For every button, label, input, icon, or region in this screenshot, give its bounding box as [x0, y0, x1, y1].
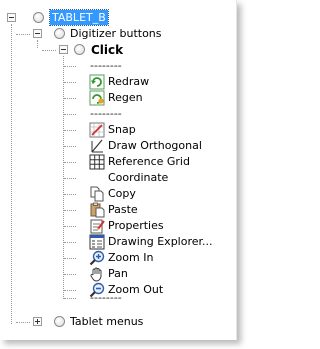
- separator-item[interactable]: --------: [90, 107, 122, 120]
- expand-toggle[interactable]: [33, 317, 42, 326]
- collapse-toggle[interactable]: [59, 45, 68, 54]
- tree-item-paste[interactable]: Paste: [108, 202, 138, 218]
- tree-connector: [64, 274, 76, 275]
- tree-panel: TABLET_B Digitizer buttons Click -------…: [0, 0, 237, 340]
- tree-connector: [16, 34, 30, 35]
- snap-icon: [89, 122, 105, 138]
- tree-connector: [64, 298, 76, 299]
- tree-connector: [64, 226, 76, 227]
- tree-connector: [11, 24, 12, 324]
- grid-icon: [89, 154, 105, 170]
- tree-connector: [64, 82, 76, 83]
- tree-item-regen[interactable]: Regen: [108, 90, 143, 106]
- tree-connector: [64, 210, 76, 211]
- root-node-icon: [33, 12, 44, 23]
- tree-item-copy[interactable]: Copy: [108, 186, 136, 202]
- separator-item[interactable]: --------: [90, 59, 122, 72]
- regen-icon: [89, 90, 105, 106]
- node-icon: [54, 316, 65, 327]
- tree-item-redraw[interactable]: Redraw: [108, 74, 149, 90]
- tree-connector: [64, 242, 76, 243]
- tree-connector: [42, 50, 56, 51]
- tree-connector: [64, 114, 76, 115]
- tree-item-coordinate[interactable]: Coordinate: [108, 170, 168, 186]
- tree-item-zoom-in[interactable]: Zoom In: [108, 250, 153, 266]
- paste-icon: [90, 202, 105, 218]
- tree-item-snap[interactable]: Snap: [108, 122, 136, 138]
- pan-hand-icon: [90, 267, 102, 282]
- drawing-explorer-icon: [89, 234, 105, 250]
- tree-connector: [16, 322, 30, 323]
- collapse-toggle[interactable]: [7, 13, 16, 22]
- tree-item-pan[interactable]: Pan: [108, 266, 128, 282]
- tree-connector: [64, 146, 76, 147]
- ortho-icon: [91, 139, 103, 153]
- tree-item-drawing-explorer[interactable]: Drawing Explorer...: [108, 234, 213, 250]
- tree-node-tablet-menus[interactable]: Tablet menus: [70, 314, 143, 330]
- zoom-in-icon: [89, 250, 105, 266]
- tree-connector: [64, 66, 76, 67]
- tree-connector: [64, 98, 76, 99]
- tree-item-draw-orthogonal[interactable]: Draw Orthogonal: [108, 138, 202, 154]
- tree-connector: [64, 178, 76, 179]
- redraw-icon: [89, 74, 105, 90]
- separator-item[interactable]: --------: [90, 291, 122, 304]
- tree-connector: [37, 40, 38, 48]
- node-icon: [54, 28, 65, 39]
- tree-node-digitizer-buttons[interactable]: Digitizer buttons: [70, 26, 162, 42]
- copy-icon: [90, 186, 104, 202]
- tree-connector: [64, 194, 76, 195]
- properties-icon: [90, 219, 105, 234]
- node-icon: [74, 44, 85, 55]
- tree-connector: [64, 290, 76, 291]
- collapse-toggle[interactable]: [33, 29, 42, 38]
- tree-item-properties[interactable]: Properties: [108, 218, 164, 234]
- tree-connector: [64, 258, 76, 259]
- menu-tree: TABLET_B Digitizer buttons Click -------…: [0, 0, 236, 340]
- tree-node-click[interactable]: Click: [91, 42, 123, 58]
- tree-connector: [64, 162, 76, 163]
- tree-node-tablet-b[interactable]: TABLET_B: [49, 9, 109, 26]
- tree-item-reference-grid[interactable]: Reference Grid: [108, 154, 190, 170]
- tree-connector: [64, 130, 76, 131]
